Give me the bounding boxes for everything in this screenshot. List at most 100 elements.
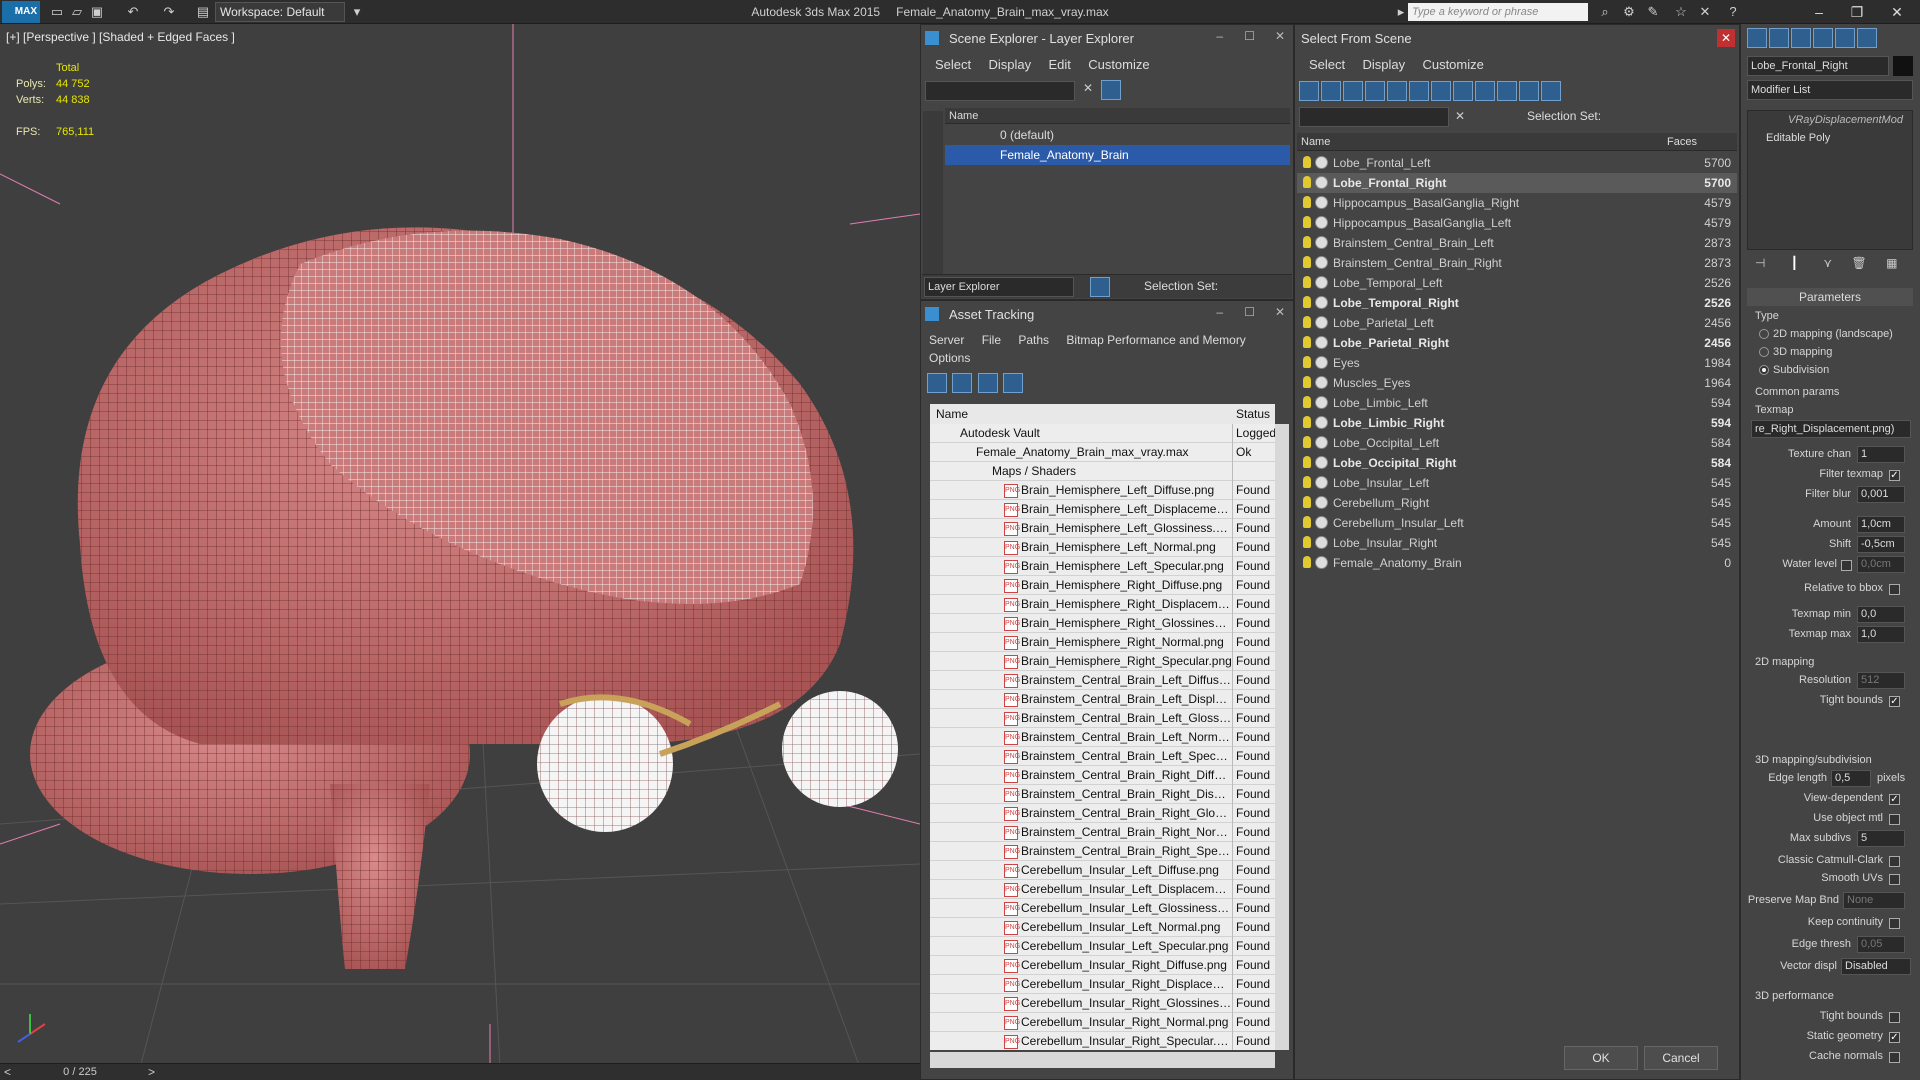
modifier-stack[interactable]: VRayDisplacementMod Editable Poly [1747,110,1913,250]
sfs-object-row[interactable]: Lobe_Occipital_Right 584 [1297,453,1737,473]
light-bulb-icon[interactable] [1303,356,1311,368]
asset-row-map[interactable]: PNGBrainstem_Central_Brain_Left_Specula.… [930,747,1275,766]
menu-paths[interactable]: Paths [1018,333,1049,347]
light-bulb-icon[interactable] [1303,556,1311,568]
layer-explorer-dropdown[interactable]: Layer Explorer [924,277,1074,297]
make-unique-icon[interactable]: ⋎ [1823,256,1832,270]
sfs-menu-customize[interactable]: Customize [1422,57,1483,72]
viewport-label[interactable]: [+] [Perspective ] [Shaded + Edged Faces… [6,30,235,44]
sfs-object-row[interactable]: Brainstem_Central_Brain_Right 2873 [1297,253,1737,273]
sfs-object-row[interactable]: Lobe_Frontal_Right 5700 [1297,173,1737,193]
sfs-object-row[interactable]: Hippocampus_BasalGanglia_Right 4579 [1297,193,1737,213]
asset-row-map[interactable]: PNGBrain_Hemisphere_Left_Glossiness.png F… [930,519,1275,538]
view-dependent-checkbox[interactable] [1889,792,1900,806]
asset-row-map[interactable]: PNGBrain_Hemisphere_Left_Specular.png Fou… [930,557,1275,576]
asset-row-maps-group[interactable]: Maps / Shaders [930,462,1275,481]
type-2d-mapping[interactable]: 2D mapping (landscape) [1759,324,1893,344]
project-icon[interactable]: ▤ [194,3,212,21]
sfs-col-faces[interactable]: Faces [1667,133,1697,151]
asset-col-name[interactable]: Name [936,404,968,424]
light-bulb-icon[interactable] [1303,296,1311,308]
subscription-icon[interactable]: ⚙ [1620,3,1638,21]
pin-stack-icon[interactable]: ⊣ [1755,256,1765,270]
asset-col-status[interactable]: Status [1236,404,1270,424]
menu-display[interactable]: Display [988,57,1031,72]
asset-row-map[interactable]: PNGBrainstem_Central_Brain_Right_Specul.… [930,842,1275,861]
binoculars-icon[interactable]: ⌕ [1596,3,1614,21]
layer-toggle-icon[interactable] [1090,277,1110,297]
display-containers-icon[interactable] [1497,81,1517,101]
restore-icon[interactable]: ❐ [1838,0,1876,24]
table-view-icon[interactable] [1003,373,1024,393]
scene-explorer-maximize-icon[interactable]: ☐ [1244,29,1255,43]
sfs-object-row[interactable]: Lobe_Parietal_Left 2456 [1297,313,1737,333]
sfs-object-row[interactable]: Female_Anatomy_Brain 0 [1297,553,1737,573]
tight-bounds-checkbox[interactable] [1889,694,1900,708]
asset-row-map[interactable]: PNGBrain_Hemisphere_Left_Diffuse.png Foun… [930,481,1275,500]
hierarchy-tab-icon[interactable] [1791,28,1811,48]
light-bulb-icon[interactable] [1303,216,1311,228]
stack-item-editable-poly[interactable]: Editable Poly [1748,129,1912,147]
menu-customize[interactable]: Customize [1088,57,1149,72]
app-logo[interactable]: MAX [2,1,40,23]
refresh-icon[interactable] [927,373,947,393]
asset-row-file[interactable]: Female_Anatomy_Brain_max_vray.max Ok [930,443,1275,462]
light-bulb-icon[interactable] [1303,376,1311,388]
customize-dropdown-icon[interactable]: ▾ [348,3,366,21]
asset-row-map[interactable]: PNGBrain_Hemisphere_Right_Specular.png Fo… [930,652,1275,671]
asset-row-map[interactable]: PNGCerebellum_Insular_Left_Specular.png F… [930,937,1275,956]
asset-close-icon[interactable]: ✕ [1275,305,1285,319]
sfs-clear-icon[interactable]: ✕ [1455,109,1465,123]
display-helpers-icon[interactable] [1387,81,1407,101]
layer-row-selected[interactable]: Female_Anatomy_Brain [945,145,1290,165]
sfs-object-row[interactable]: Lobe_Frontal_Left 5700 [1297,153,1737,173]
sfs-object-row[interactable]: Lobe_Parietal_Right 2456 [1297,333,1737,353]
sfs-object-row[interactable]: Eyes 1984 [1297,353,1737,373]
edge-thresh-spinner[interactable]: 0,05 [1857,936,1905,953]
static-geometry-checkbox[interactable] [1889,1030,1900,1044]
shift-spinner[interactable]: -0,5cm [1857,536,1905,553]
scene-explorer-minimize-icon[interactable]: – [1216,29,1223,43]
edge-length-spinner[interactable]: 0,5 [1831,770,1871,787]
menu-server[interactable]: Server [929,333,964,347]
light-bulb-icon[interactable] [1303,176,1311,188]
light-bulb-icon[interactable] [1303,456,1311,468]
sfs-object-list[interactable]: Lobe_Frontal_Left 5700 Lobe_Frontal_Right 5… [1297,153,1737,573]
max-subdivs-spinner[interactable]: 5 [1857,830,1905,847]
asset-row-map[interactable]: PNGBrain_Hemisphere_Right_Diffuse.png Fou… [930,576,1275,595]
list-view-icon[interactable] [952,373,973,393]
filter-icon[interactable] [1101,80,1121,100]
light-bulb-icon[interactable] [1303,156,1311,168]
light-bulb-icon[interactable] [1303,436,1311,448]
remove-modifier-icon[interactable]: 🗑 [1852,256,1867,270]
display-spacewarps-icon[interactable] [1409,81,1429,101]
tight-bounds-3d-checkbox[interactable] [1889,1010,1900,1024]
type-3d-mapping[interactable]: 3D mapping [1759,342,1832,362]
scene-explorer-close-icon[interactable]: ✕ [1275,29,1285,43]
light-bulb-icon[interactable] [1303,516,1311,528]
asset-row-map[interactable]: PNGCerebellum_Insular_Right_Normal.png Fo… [930,1013,1275,1032]
select-from-scene-close-icon[interactable]: ✕ [1717,29,1735,47]
relative-bbox-checkbox[interactable] [1889,582,1900,596]
asset-row-map[interactable]: PNGCerebellum_Insular_Right_Specular.png… [930,1032,1275,1050]
perspective-viewport[interactable]: [+] [Perspective ] [Shaded + Edged Faces… [0,24,920,1068]
display-groups-icon[interactable] [1431,81,1451,101]
layer-column-header[interactable]: Name [945,108,1290,124]
prev-frame-icon[interactable]: < [4,1064,11,1080]
utilities-tab-icon[interactable] [1857,28,1877,48]
display-frozen-icon[interactable] [1519,81,1539,101]
light-bulb-icon[interactable] [1303,256,1311,268]
parameters-rollout[interactable]: Parameters [1747,288,1913,306]
display-xrefs-icon[interactable] [1453,81,1473,101]
smooth-uvs-checkbox[interactable] [1889,872,1900,886]
classic-cc-checkbox[interactable] [1889,854,1900,868]
texture-chan-spinner[interactable]: 1 [1857,446,1905,463]
asset-vertical-scrollbar[interactable] [1275,424,1289,1050]
sfs-object-row[interactable]: Muscles_Eyes 1964 [1297,373,1737,393]
display-cameras-icon[interactable] [1365,81,1385,101]
sfs-search-input[interactable] [1299,107,1449,127]
sfs-object-row[interactable]: Lobe_Limbic_Left 594 [1297,393,1737,413]
light-bulb-icon[interactable] [1303,236,1311,248]
amount-spinner[interactable]: 1,0cm [1857,516,1905,533]
texmap-max-spinner[interactable]: 1,0 [1857,626,1905,643]
